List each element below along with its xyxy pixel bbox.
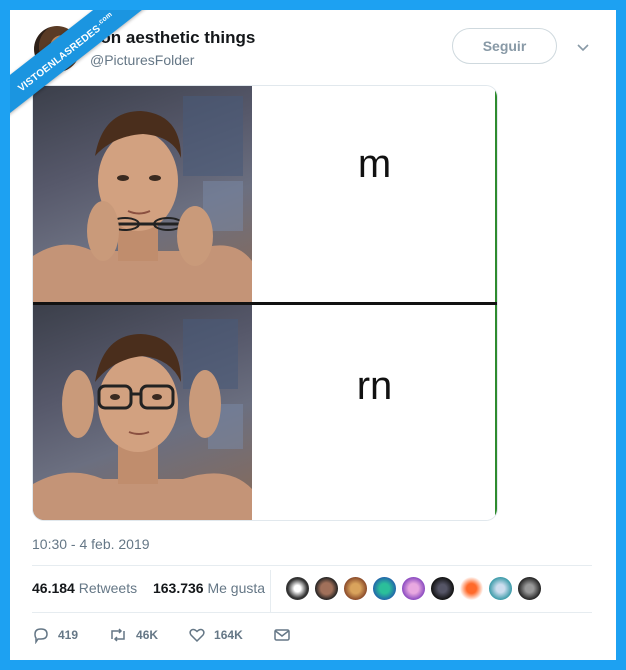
photo-glasses-on bbox=[33, 304, 252, 520]
liker-avatar[interactable] bbox=[430, 576, 455, 601]
chevron-down-icon[interactable] bbox=[576, 40, 590, 54]
follow-button[interactable]: Seguir bbox=[452, 28, 557, 64]
text-cell-top: m bbox=[252, 86, 497, 304]
reply-count: 419 bbox=[58, 628, 79, 642]
divider-line bbox=[32, 565, 592, 566]
text-cell-bottom: rn bbox=[252, 304, 497, 520]
message-button[interactable] bbox=[273, 626, 299, 644]
engagement-stats: 46.184 Retweets 163.736 Me gusta bbox=[32, 580, 265, 596]
heart-icon bbox=[189, 628, 205, 643]
envelope-icon bbox=[273, 629, 290, 641]
retweet-button[interactable]: 46K bbox=[108, 626, 158, 644]
liker-avatar[interactable] bbox=[285, 576, 310, 601]
photo-glasses-off bbox=[33, 86, 252, 304]
retweet-icon bbox=[111, 628, 125, 642]
watermark-suffix: .com bbox=[96, 11, 114, 28]
stats-separator bbox=[270, 570, 271, 612]
reply-button[interactable]: 419 bbox=[32, 626, 78, 644]
liker-avatar[interactable] bbox=[488, 576, 513, 601]
divider-line bbox=[32, 612, 592, 613]
liker-avatar[interactable] bbox=[459, 576, 484, 601]
tweet-card: VISTOENLASREDES.com non aesthetic things… bbox=[10, 10, 616, 660]
liker-avatar[interactable] bbox=[517, 576, 542, 601]
likes-count[interactable]: 163.736 bbox=[153, 580, 204, 596]
liker-avatars bbox=[285, 576, 546, 602]
liker-avatar[interactable] bbox=[314, 576, 339, 601]
liker-avatar[interactable] bbox=[372, 576, 397, 601]
tweet-media[interactable]: m rn bbox=[32, 85, 498, 521]
likes-label[interactable]: Me gusta bbox=[207, 580, 265, 596]
like-button[interactable]: 164K bbox=[188, 626, 243, 644]
meme-panel-bottom: rn bbox=[33, 304, 497, 520]
meme-panel-top: m bbox=[33, 86, 497, 304]
like-count: 164K bbox=[214, 628, 243, 642]
action-bar: 419 46K 164K bbox=[32, 626, 329, 644]
glyph-m: m bbox=[357, 142, 392, 186]
retweets-count[interactable]: 46.184 bbox=[32, 580, 75, 596]
tweet-timestamp[interactable]: 10:30 - 4 feb. 2019 bbox=[32, 536, 150, 552]
liker-avatar[interactable] bbox=[343, 576, 368, 601]
liker-avatar[interactable] bbox=[401, 576, 426, 601]
user-handle[interactable]: @PicturesFolder bbox=[90, 52, 194, 68]
reply-icon bbox=[34, 628, 48, 644]
glyph-rn: rn bbox=[356, 364, 393, 408]
retweets-label[interactable]: Retweets bbox=[79, 580, 137, 596]
retweet-count: 46K bbox=[136, 628, 159, 642]
panel-divider bbox=[33, 302, 497, 305]
